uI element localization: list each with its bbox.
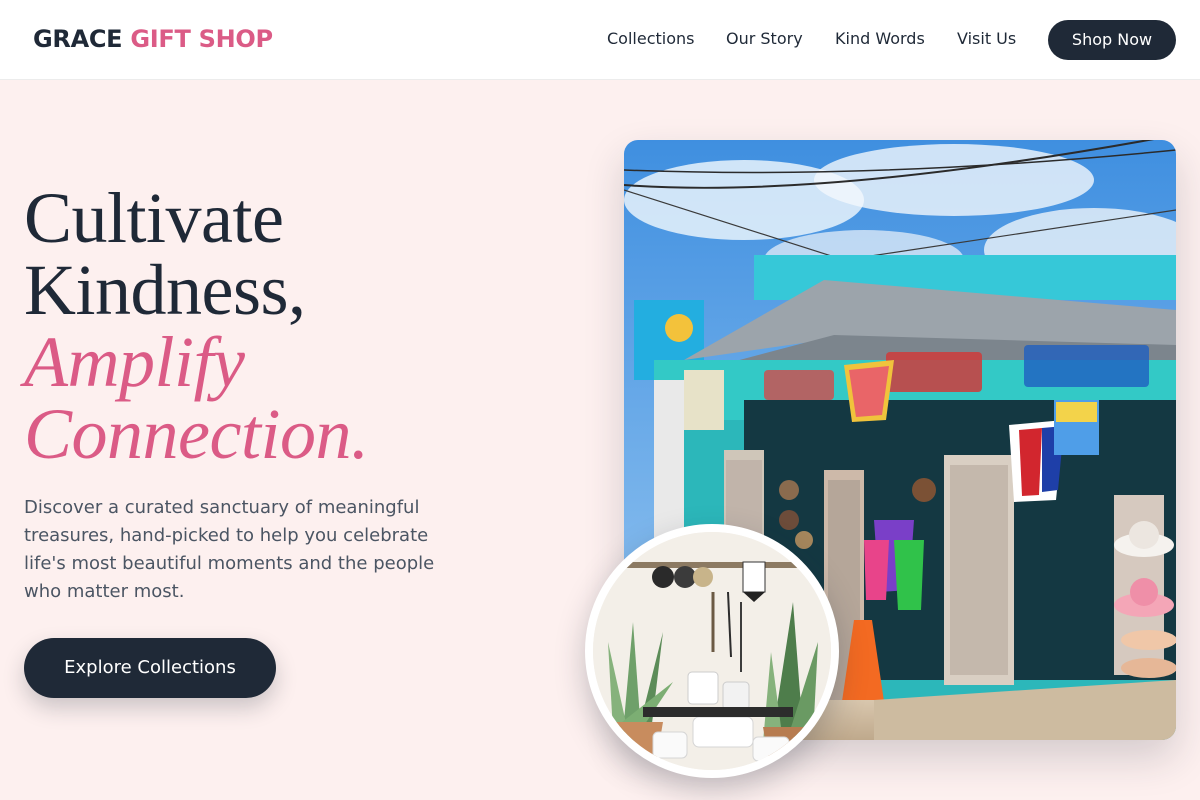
hero-title: Cultivate Kindness, Amplify Connection. (24, 182, 584, 470)
nav-link-visit-us[interactable]: Visit Us (957, 28, 1016, 50)
nav-link-our-story[interactable]: Our Story (726, 28, 803, 50)
hero-description: Discover a curated sanctuary of meaningf… (24, 497, 435, 602)
explore-collections-button[interactable]: Explore Collections (24, 638, 276, 698)
nav-link-kind-words[interactable]: Kind Words (835, 28, 925, 50)
shop-now-button[interactable]: Shop Now (1048, 20, 1176, 60)
navbar: GRACE GIFT SHOP Collections Our Story Ki… (0, 0, 1200, 80)
hero-title-accent-line-2: Connection. (24, 394, 369, 474)
shop-interior-photo (585, 524, 839, 778)
nav-link-collections[interactable]: Collections (607, 28, 694, 50)
hero-title-line-2: Kindness, (24, 250, 306, 330)
main-nav: Collections Our Story Kind Words Visit U… (0, 28, 1200, 52)
hero-title-line-1: Cultivate (24, 178, 284, 258)
hero-title-accent-line-1: Amplify (24, 322, 245, 402)
